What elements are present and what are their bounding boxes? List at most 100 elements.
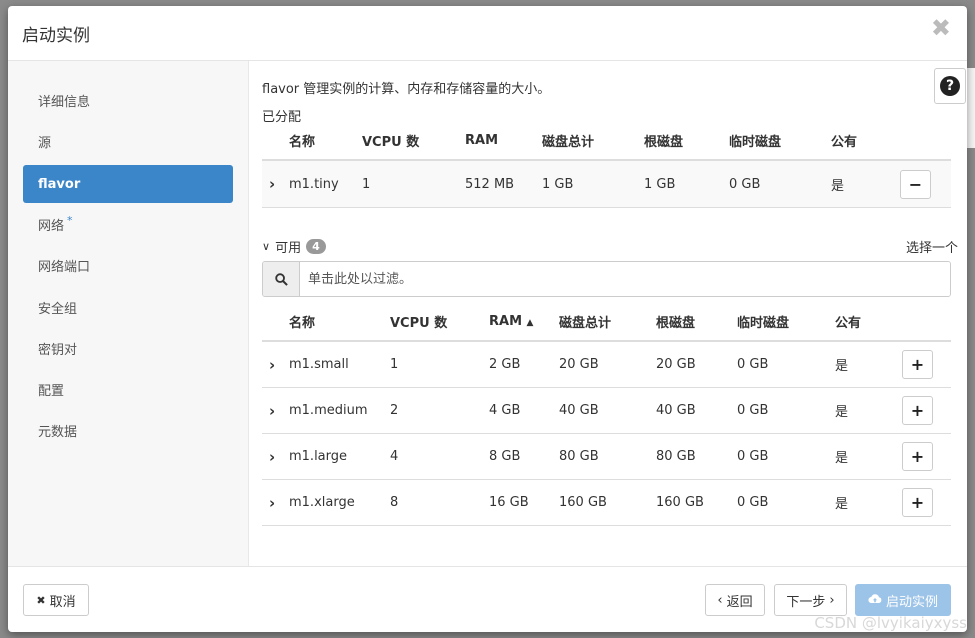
table-header-row: 名称 VCPU 数 RAM 磁盘总计 根磁盘 临时磁盘 公有 <box>262 121 951 161</box>
flavor-vcpu: 2 <box>390 387 489 434</box>
flavor-name: m1.small <box>289 341 390 388</box>
expand-column-header <box>262 121 289 161</box>
column-header: RAM <box>465 121 542 161</box>
column-header[interactable]: 磁盘总计 <box>559 302 656 342</box>
chevron-right-icon[interactable]: › <box>269 494 275 512</box>
flavor-vcpu: 1 <box>390 341 489 388</box>
sidebar-item-key-pair[interactable]: 密钥对 <box>23 329 233 367</box>
allocate-button[interactable]: + <box>902 488 933 517</box>
column-header[interactable]: 公有 <box>835 302 902 342</box>
cancel-label: 取消 <box>49 594 76 610</box>
flavor-root-disk: 1 GB <box>644 160 729 208</box>
cloud-upload-icon <box>868 593 882 608</box>
help-button[interactable]: ? <box>934 68 966 104</box>
close-icon[interactable]: ✖ <box>931 16 951 40</box>
flavor-ephemeral-disk: 0 GB <box>737 479 835 526</box>
column-header-sorted[interactable]: RAM ▲ <box>489 302 559 342</box>
launch-instance-modal: 启动实例 ✖ ? 详细信息 源 flavor 网络 * 网络端口 安全组 密钥对 … <box>8 6 967 632</box>
sort-ascending-icon: ▲ <box>526 317 534 328</box>
flavor-ram: 2 GB <box>489 341 559 388</box>
column-header: VCPU 数 <box>362 121 465 161</box>
close-icon: ✖ <box>36 593 46 607</box>
sidebar-item-label: 密钥对 <box>38 342 78 358</box>
sidebar-item-label: 配置 <box>38 383 65 399</box>
sidebar-item-networks[interactable]: 网络 * <box>23 205 233 243</box>
flavor-name: m1.medium <box>289 387 390 434</box>
flavor-name: m1.large <box>289 433 390 480</box>
column-header[interactable]: 名称 <box>289 302 390 342</box>
launch-instance-button[interactable]: 启动实例 <box>855 584 951 616</box>
sidebar-item-label: flavor <box>38 176 81 192</box>
sidebar-item-metadata[interactable]: 元数据 <box>23 411 233 449</box>
sidebar-item-security-groups[interactable]: 安全组 <box>23 288 233 326</box>
next-button[interactable]: 下一步 › <box>774 584 847 616</box>
question-icon: ? <box>940 76 960 96</box>
filter-input[interactable] <box>300 262 950 296</box>
column-header[interactable]: VCPU 数 <box>390 302 489 342</box>
flavor-disk-total: 1 GB <box>542 160 644 208</box>
flavor-root-disk: 80 GB <box>656 433 737 480</box>
sidebar-item-label: 源 <box>38 135 52 151</box>
flavor-ephemeral-disk: 0 GB <box>737 341 835 388</box>
back-button[interactable]: ‹ 返回 <box>705 584 765 616</box>
flavor-vcpu: 8 <box>390 479 489 526</box>
column-header-label: RAM <box>489 313 523 329</box>
table-row: › m1.xlarge 8 16 GB 160 GB 160 GB 0 GB 是 + <box>262 479 951 526</box>
flavor-root-disk: 160 GB <box>656 479 737 526</box>
flavor-name: m1.xlarge <box>289 479 390 526</box>
action-column-header <box>902 302 951 342</box>
allocate-button[interactable]: + <box>902 350 933 379</box>
table-row: › m1.small 1 2 GB 20 GB 20 GB 0 GB 是 + <box>262 341 951 388</box>
column-header[interactable]: 临时磁盘 <box>737 302 835 342</box>
flavor-ram: 4 GB <box>489 387 559 434</box>
flavor-ram: 8 GB <box>489 433 559 480</box>
flavor-public: 是 <box>831 160 900 208</box>
flavor-public: 是 <box>835 433 902 480</box>
chevron-right-icon[interactable]: › <box>269 356 275 374</box>
sidebar-item-configuration[interactable]: 配置 <box>23 370 233 408</box>
modal-title: 启动实例 <box>22 26 90 46</box>
column-header: 公有 <box>831 121 900 161</box>
modal-header: 启动实例 ✖ <box>8 6 967 61</box>
chevron-right-icon[interactable]: › <box>269 402 275 420</box>
search-icon <box>263 262 300 296</box>
available-count-badge: 4 <box>306 239 326 254</box>
flavor-ephemeral-disk: 0 GB <box>737 387 835 434</box>
sidebar-item-label: 网络端口 <box>38 259 91 275</box>
table-row: › m1.tiny 1 512 MB 1 GB 1 GB 0 GB 是 − <box>262 160 951 208</box>
flavor-ephemeral-disk: 0 GB <box>729 160 831 208</box>
column-header: 临时磁盘 <box>729 121 831 161</box>
column-header[interactable]: 根磁盘 <box>656 302 737 342</box>
allocate-button[interactable]: + <box>902 396 933 425</box>
sidebar-item-network-ports[interactable]: 网络端口 <box>23 246 233 284</box>
flavor-public: 是 <box>835 341 902 388</box>
flavor-disk-total: 40 GB <box>559 387 656 434</box>
chevron-down-icon: ∨ <box>262 240 271 253</box>
available-heading: 可用 <box>275 241 302 256</box>
sidebar-item-source[interactable]: 源 <box>23 122 233 160</box>
column-header: 磁盘总计 <box>542 121 644 161</box>
chevron-right-icon[interactable]: › <box>269 175 275 193</box>
deallocate-button[interactable]: − <box>900 169 931 199</box>
flavor-disk-total: 160 GB <box>559 479 656 526</box>
flavor-name: m1.tiny <box>289 160 362 208</box>
sidebar-item-label: 安全组 <box>38 301 78 317</box>
allocate-button[interactable]: + <box>902 442 933 471</box>
allocated-table: 名称 VCPU 数 RAM 磁盘总计 根磁盘 临时磁盘 公有 › m1.tiny… <box>262 121 951 208</box>
flavor-vcpu: 1 <box>362 160 465 208</box>
watermark: CSDN @lvyikaiyxyss <box>814 614 967 632</box>
back-label: 返回 <box>726 594 753 610</box>
sidebar-item-flavor[interactable]: flavor <box>23 165 233 203</box>
table-header-row: 名称 VCPU 数 RAM ▲ 磁盘总计 根磁盘 临时磁盘 公有 <box>262 302 951 342</box>
available-toggle[interactable]: ∨ 可用 4 <box>262 237 326 256</box>
flavor-root-disk: 20 GB <box>656 341 737 388</box>
flavor-public: 是 <box>835 387 902 434</box>
flavor-disk-total: 20 GB <box>559 341 656 388</box>
launch-label: 启动实例 <box>885 594 938 610</box>
flavor-ram: 16 GB <box>489 479 559 526</box>
panel-description: flavor 管理实例的计算、内存和存储容量的大小。 <box>262 82 551 97</box>
cancel-button[interactable]: ✖ 取消 <box>23 584 89 616</box>
sidebar-item-details[interactable]: 详细信息 <box>23 81 233 119</box>
chevron-right-icon[interactable]: › <box>269 448 275 466</box>
sidebar-item-label: 元数据 <box>38 424 78 440</box>
